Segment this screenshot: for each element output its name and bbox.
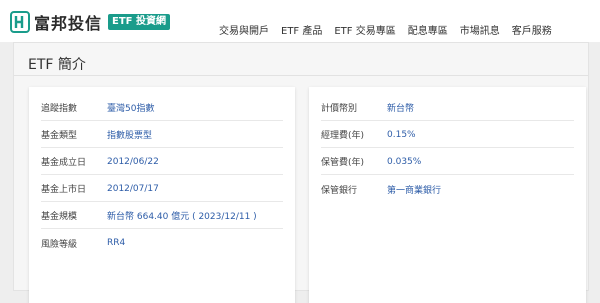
info-label: 追蹤指數 <box>41 104 78 114</box>
brand-badge: ETF 投資網 <box>108 14 170 30</box>
info-row-risk-level: 風險等級 RR4 <box>41 230 283 256</box>
info-value[interactable]: 第一商業銀行 <box>387 183 441 196</box>
info-label: 基金上市日 <box>41 185 87 195</box>
info-value: 0.15% <box>387 129 416 140</box>
info-value: 2012/07/17 <box>107 183 159 194</box>
info-label: 保管銀行 <box>321 185 358 196</box>
info-row-fund-size: 基金規模 新台幣 664.40 億元 ( 2023/12/11 ) <box>41 203 283 229</box>
brand-name: 富邦投信 <box>34 14 103 33</box>
info-row-currency: 計價幣別 新台幣 <box>321 95 574 121</box>
info-value: 2012/06/22 <box>107 156 159 167</box>
page-title: ETF 簡介 <box>28 57 86 73</box>
info-label: 經理費(年) <box>321 131 365 141</box>
site-header: 富邦投信 ETF 投資網 交易與開戶 ETF 產品 ETF 交易專區 配息專區 … <box>0 0 600 42</box>
info-row-custody-fee: 保管費(年) 0.035% <box>321 149 574 175</box>
nav-item-customer-service[interactable]: 客戶服務 <box>512 22 552 37</box>
info-value: RR4 <box>107 238 126 248</box>
info-label: 基金成立日 <box>41 158 87 168</box>
nav-item-etf-products[interactable]: ETF 產品 <box>281 22 322 37</box>
main-nav: 交易與開戶 ETF 產品 ETF 交易專區 配息專區 市場訊息 客戶服務 <box>219 22 564 37</box>
info-label: 風險等級 <box>41 239 78 250</box>
info-label: 基金規模 <box>41 212 78 222</box>
info-value: 0.035% <box>387 156 422 167</box>
title-divider <box>14 75 588 76</box>
info-label: 計價幣別 <box>321 104 358 114</box>
etf-intro-panel: ETF 簡介 追蹤指數 臺灣50指數 基金類型 指數股票型 基金成立日 2012… <box>13 42 589 303</box>
nav-item-market-news[interactable]: 市場訊息 <box>460 22 500 37</box>
info-row-fund-type: 基金類型 指數股票型 <box>41 122 283 148</box>
brand-logo[interactable]: 富邦投信 ETF 投資網 <box>10 10 170 34</box>
nav-item-trading[interactable]: 交易與開戶 <box>219 22 269 37</box>
info-row-custodian-bank: 保管銀行 第一商業銀行 <box>321 176 574 202</box>
info-label: 基金類型 <box>41 131 78 141</box>
info-row-tracking-index: 追蹤指數 臺灣50指數 <box>41 95 283 121</box>
fubon-logo-icon <box>10 11 30 33</box>
nav-item-dividends[interactable]: 配息專區 <box>408 22 448 37</box>
info-value[interactable]: 新台幣 <box>387 101 414 114</box>
info-value[interactable]: 指數股票型 <box>107 128 152 141</box>
info-label: 保管費(年) <box>321 158 365 168</box>
fund-info-card-right: 計價幣別 新台幣 經理費(年) 0.15% 保管費(年) 0.035% 保管銀行… <box>309 87 586 303</box>
info-row-management-fee: 經理費(年) 0.15% <box>321 122 574 148</box>
fund-info-card-left: 追蹤指數 臺灣50指數 基金類型 指數股票型 基金成立日 2012/06/22 … <box>29 87 295 303</box>
nav-item-etf-trading-zone[interactable]: ETF 交易專區 <box>334 22 395 37</box>
info-value: 新台幣 664.40 億元 ( 2023/12/11 ) <box>107 212 257 222</box>
info-row-inception-date: 基金成立日 2012/06/22 <box>41 149 283 175</box>
info-row-listing-date: 基金上市日 2012/07/17 <box>41 176 283 202</box>
info-value[interactable]: 臺灣50指數 <box>107 101 154 114</box>
